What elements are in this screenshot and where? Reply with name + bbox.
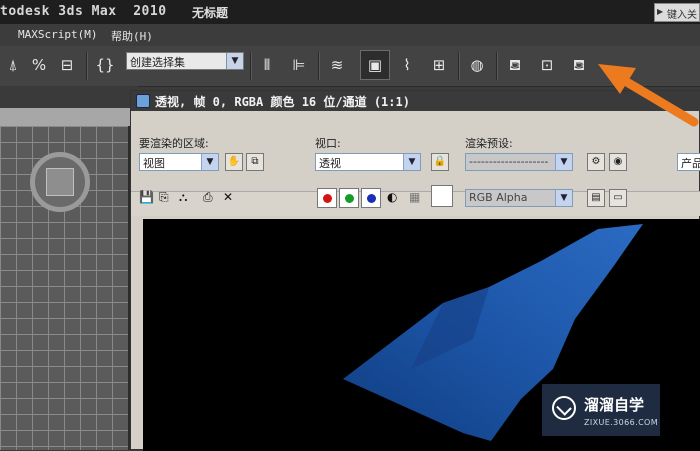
alpha-channel-icon[interactable]: ▦: [409, 190, 420, 204]
red-dot-icon: [323, 194, 332, 203]
production-dropdown[interactable]: 产品: [677, 153, 700, 171]
expand-arrow-icon[interactable]: ▶: [657, 7, 663, 16]
save-image-icon[interactable]: 💾: [139, 190, 154, 204]
toolbar-separator: [250, 52, 252, 80]
viewport-label: 视口:: [315, 137, 341, 150]
select-and-link-icon[interactable]: ⍋: [0, 52, 26, 78]
pan-hand-icon[interactable]: ✋: [225, 153, 243, 171]
watermark: 溜溜自学 ZIXUE.3066.COM: [542, 384, 660, 436]
copy-image-icon[interactable]: ⎘: [159, 190, 169, 205]
viewcube-cube-icon[interactable]: [46, 168, 74, 196]
channel-display-value: RGB Alpha: [469, 191, 528, 204]
help-search-placeholder: 键入关: [667, 10, 697, 21]
render-frame-window-icon: ▣: [367, 56, 383, 74]
annotation-arrow-icon: [598, 64, 699, 127]
green-dot-icon: [345, 194, 354, 203]
schematic-view-icon[interactable]: ⊞: [426, 52, 452, 78]
quick-render-icon[interactable]: ⛾: [566, 52, 592, 78]
menu-bar: MAXScript(M) 帮助(H): [0, 24, 700, 47]
toolbar-separator: [496, 52, 498, 80]
chevron-down-icon[interactable]: ▼: [555, 190, 572, 206]
toolbar-separator: [458, 52, 460, 80]
menu-help[interactable]: 帮助(H): [111, 28, 153, 44]
chevron-down-icon[interactable]: ▼: [555, 154, 572, 170]
material-editor-icon[interactable]: ◍: [464, 52, 490, 78]
area-to-render-label: 要渲染的区域:: [139, 137, 209, 150]
red-channel-toggle[interactable]: [317, 188, 337, 208]
lock-icon[interactable]: 🔒: [431, 153, 449, 171]
area-to-render-value: 视图: [143, 157, 165, 170]
chevron-down-icon[interactable]: ▼: [403, 154, 420, 170]
help-search-input[interactable]: ▶ 键入关: [654, 3, 700, 22]
channel-display-dropdown[interactable]: RGB Alpha ▼: [465, 189, 573, 207]
monochrome-icon[interactable]: ◐: [387, 190, 397, 204]
title-bar: todesk 3ds Max 2010 无标题 ▶ 键入关: [0, 0, 700, 24]
render-setup-icon[interactable]: ⛾: [502, 52, 528, 78]
toolbar-separator: [318, 52, 320, 80]
named-selection-set-dropdown[interactable]: 创建选择集 ▼: [126, 52, 244, 70]
blue-channel-toggle[interactable]: [361, 188, 381, 208]
clone-window-icon[interactable]: ⛬: [179, 190, 187, 205]
area-to-render-dropdown[interactable]: 视图 ▼: [139, 153, 219, 171]
viewport-dropdown[interactable]: 透视 ▼: [315, 153, 421, 171]
align-icon[interactable]: ⊫: [286, 52, 312, 78]
viewport-value: 透视: [319, 157, 341, 170]
toggle-ui-overlay-icon[interactable]: ▤: [587, 189, 605, 207]
green-channel-toggle[interactable]: [339, 188, 359, 208]
app-icon: [136, 94, 150, 108]
watermark-subtitle: ZIXUE.3066.COM: [584, 418, 659, 427]
spinner-snap-icon[interactable]: ⊟: [54, 52, 80, 78]
render-frame-window-button[interactable]: ▣: [360, 50, 390, 80]
blue-dot-icon: [367, 194, 376, 203]
layer-manager-icon[interactable]: ≋: [324, 52, 350, 78]
print-image-icon[interactable]: ⎙: [203, 190, 213, 205]
render-preset-value: --------------------: [469, 155, 549, 168]
app-title: todesk 3ds Max 2010: [0, 4, 167, 19]
production-label: 产品: [681, 157, 700, 170]
menu-maxscript[interactable]: MAXScript(M): [18, 28, 97, 41]
auto-region-icon[interactable]: ⧉: [246, 153, 264, 171]
document-title: 无标题: [192, 6, 229, 20]
background-color-swatch[interactable]: [431, 185, 453, 207]
rfw-title: 透视, 帧 0, RGBA 颜色 16 位/通道 (1:1): [155, 95, 410, 109]
watermark-title: 溜溜自学: [584, 396, 645, 414]
render-preset-dropdown[interactable]: -------------------- ▼: [465, 153, 573, 171]
chevron-down-icon[interactable]: ▼: [201, 154, 218, 170]
clear-icon[interactable]: ✕: [223, 190, 233, 204]
render-setup-icon[interactable]: ⚙: [587, 153, 605, 171]
viewport-header: [0, 108, 130, 126]
toggle-ui-icon[interactable]: ▭: [609, 189, 627, 207]
render-preset-label: 渲染预设:: [465, 137, 513, 150]
mirror-icon[interactable]: ⫴: [254, 52, 280, 78]
curve-editor-icon[interactable]: ⌇: [394, 52, 420, 78]
percent-snap-icon[interactable]: %: [26, 52, 52, 78]
chevron-down-icon[interactable]: ▼: [226, 53, 243, 69]
edit-named-selection-icon[interactable]: {}: [92, 52, 118, 78]
environment-effects-icon[interactable]: ◉: [609, 153, 627, 171]
toolbar-separator: [86, 52, 88, 80]
render-production-icon[interactable]: ⊡: [534, 52, 560, 78]
selection-set-value: 创建选择集: [130, 56, 185, 69]
